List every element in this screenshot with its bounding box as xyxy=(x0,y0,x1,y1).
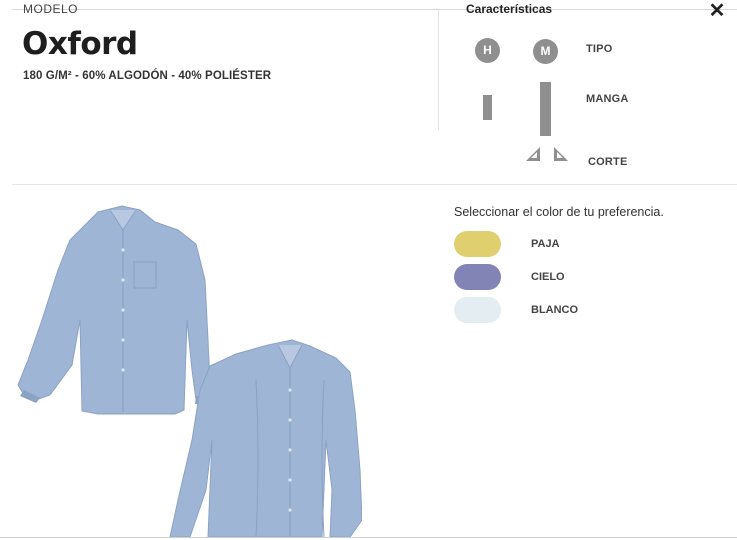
short-sleeve-icon xyxy=(483,95,492,120)
type-h-badge: H xyxy=(475,38,500,63)
color-option-paja[interactable]: PAJA xyxy=(454,231,654,257)
cut-right-icon xyxy=(554,147,568,161)
type-m-badge: M xyxy=(533,39,558,64)
color-name: BLANCO xyxy=(531,304,579,316)
color-prompt: Seleccionar el color de tu preferencia. xyxy=(454,205,664,219)
header-vertical-divider xyxy=(438,10,439,130)
feature-sleeve-label: MANGA xyxy=(586,93,629,105)
shirts-photo xyxy=(17,205,362,537)
cut-left-icon xyxy=(526,147,540,161)
product-spec: 180 G/M² - 60% ALGODÓN - 40% POLIÉSTER xyxy=(23,70,272,82)
product-title: Oxford xyxy=(22,26,138,62)
bottom-divider xyxy=(0,537,737,538)
section-divider xyxy=(12,184,737,185)
color-swatch[interactable] xyxy=(454,231,501,257)
color-swatch[interactable] xyxy=(454,297,501,323)
top-divider xyxy=(12,9,737,10)
color-option-cielo[interactable]: CIELO xyxy=(454,264,654,290)
features-title: Características xyxy=(466,2,553,16)
color-option-blanco[interactable]: BLANCO xyxy=(454,297,654,323)
long-sleeve-icon xyxy=(540,82,551,136)
color-name: PAJA xyxy=(531,238,560,250)
section-label: MODELO xyxy=(23,2,79,16)
color-name: CIELO xyxy=(531,271,565,283)
feature-type-label: TIPO xyxy=(586,43,613,55)
close-icon[interactable]: ✕ xyxy=(706,0,728,22)
feature-cut-label: CORTE xyxy=(588,156,628,168)
color-swatch[interactable] xyxy=(454,264,501,290)
mens-shirt-image xyxy=(17,205,211,415)
